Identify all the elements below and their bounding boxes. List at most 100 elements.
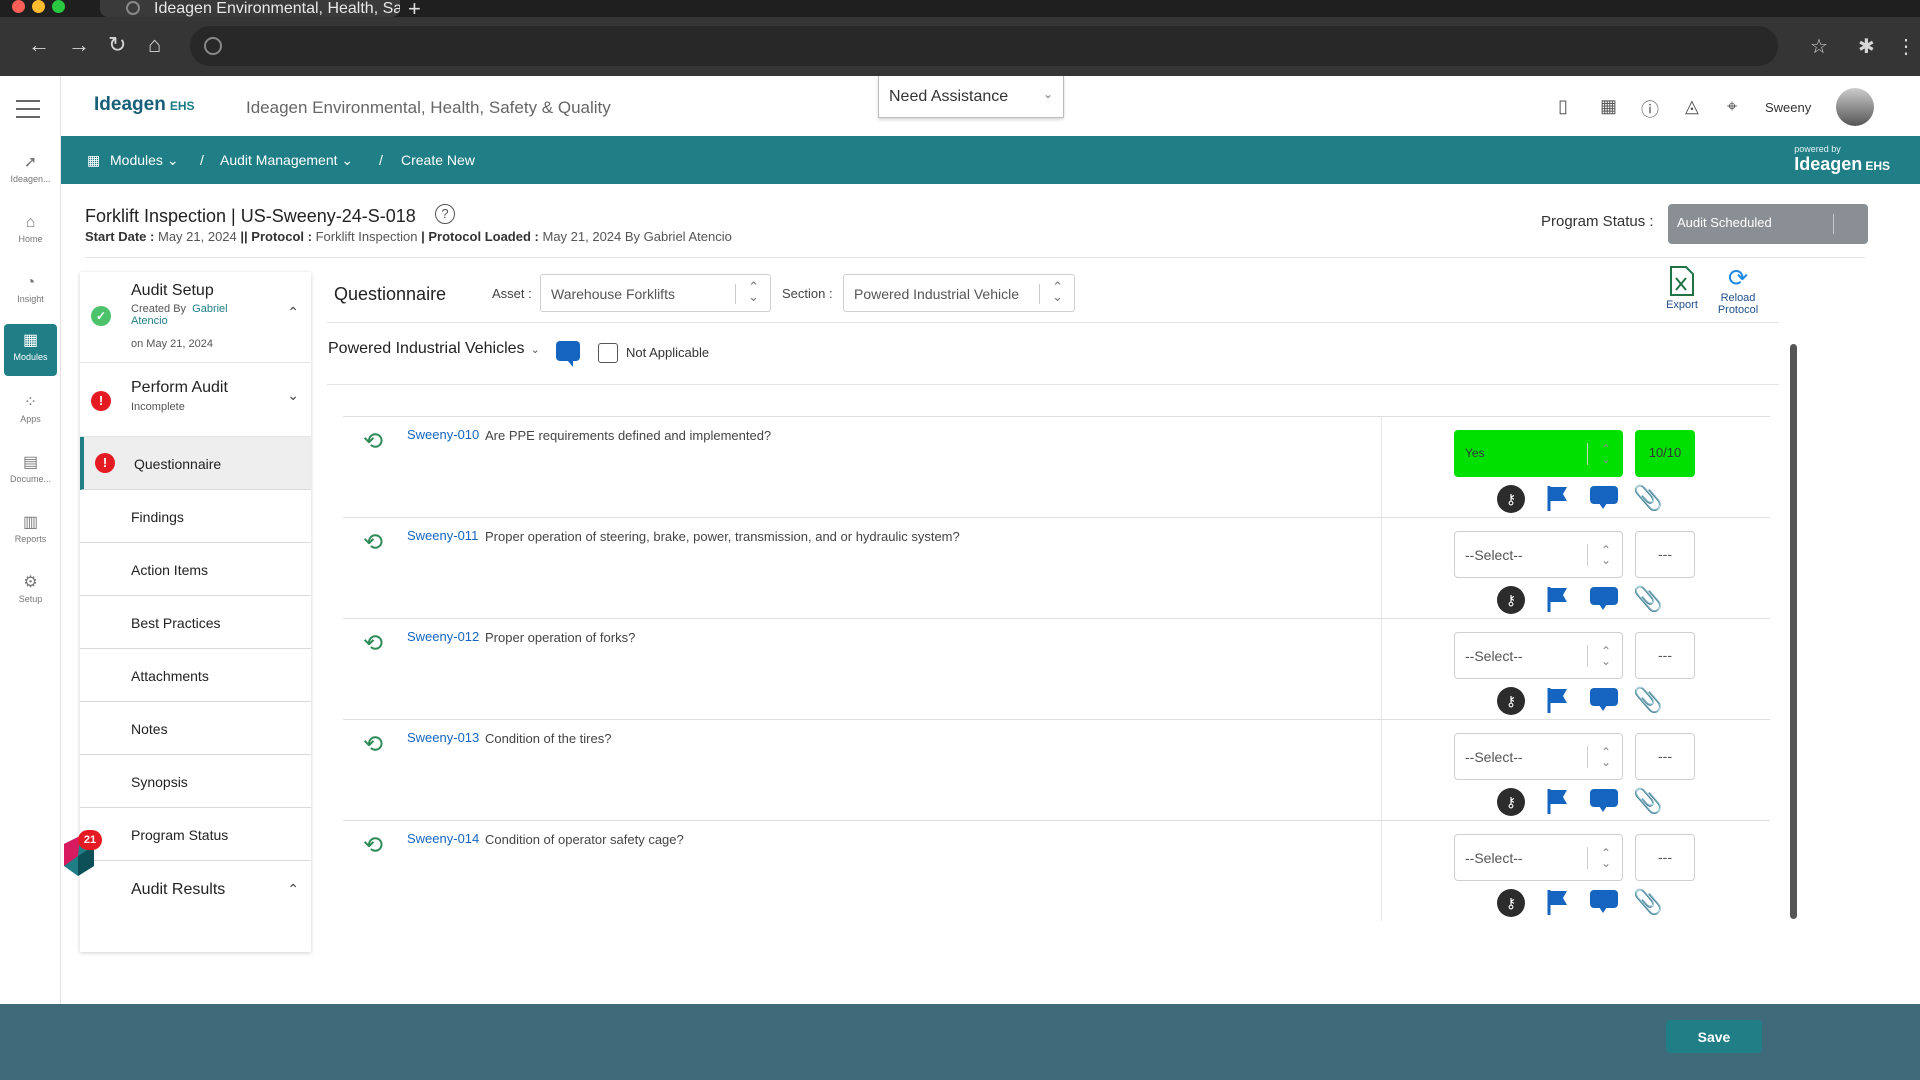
key-icon[interactable]: ⚷: [1497, 788, 1525, 816]
question-code[interactable]: Sweeny-013: [407, 730, 479, 745]
nav-item-findings[interactable]: Findings: [80, 490, 311, 543]
perform-audit-section[interactable]: ! Perform Audit Incomplete ⌄: [80, 363, 311, 437]
program-status-select[interactable]: Audit Scheduled: [1668, 204, 1868, 244]
history-icon[interactable]: ⟲: [363, 730, 383, 759]
need-assistance-dropdown[interactable]: Need Assistance ⌄: [878, 76, 1064, 118]
flag-icon[interactable]: [1546, 889, 1570, 915]
chevron-down-icon[interactable]: ⌄: [287, 387, 299, 404]
answer-select[interactable]: --Select-- ⌃ ⌄: [1454, 632, 1623, 679]
flag-icon[interactable]: [1546, 485, 1570, 511]
home-browser-icon[interactable]: ⌂: [148, 34, 161, 56]
bell-icon[interactable]: ◬: [1685, 96, 1699, 117]
back-icon[interactable]: ←: [28, 34, 50, 56]
rail-item-insight[interactable]: ◔ Insight: [4, 266, 57, 318]
reload-protocol-button[interactable]: ⟳ Reload Protocol: [1712, 265, 1764, 317]
nav-item-notes[interactable]: Notes: [80, 702, 311, 755]
chevron-down-icon: ⌄: [341, 152, 354, 168]
answer-select[interactable]: --Select-- ⌃ ⌄: [1454, 733, 1623, 780]
hamburger-menu-icon[interactable]: [16, 100, 40, 124]
key-icon[interactable]: ⚷: [1497, 586, 1525, 614]
comment-icon[interactable]: [1589, 485, 1619, 509]
extensions-icon[interactable]: ✱: [1858, 34, 1875, 59]
export-button[interactable]: Export: [1660, 266, 1704, 311]
sync-icon: ⟳: [1727, 265, 1749, 292]
attachment-icon[interactable]: 📎: [1633, 586, 1663, 614]
column-separator: [1381, 417, 1382, 517]
flag-icon[interactable]: [1546, 788, 1570, 814]
chevron-up-icon[interactable]: ⌃: [287, 881, 299, 898]
nav-item-attachments[interactable]: Attachments: [80, 649, 311, 702]
rail-item-home[interactable]: ⌂ Home: [4, 206, 57, 258]
question-text: Are PPE requirements defined and impleme…: [485, 428, 772, 443]
save-button[interactable]: Save: [1666, 1020, 1762, 1053]
attachment-icon[interactable]: 📎: [1633, 485, 1663, 513]
answer-select[interactable]: --Select-- ⌃ ⌄: [1454, 531, 1623, 578]
help-circle-icon[interactable]: ?: [435, 204, 455, 224]
address-bar[interactable]: [190, 26, 1778, 66]
rail-item-setup[interactable]: ⚙ Setup: [4, 566, 57, 618]
breadcrumb-audit-management[interactable]: Audit Management ⌄: [220, 152, 353, 169]
nav-item-program-status[interactable]: Program Status: [80, 808, 311, 861]
rail-item-reports[interactable]: ▥ Reports: [4, 506, 57, 558]
author-last-name[interactable]: Atencio: [131, 315, 168, 327]
author-first-name[interactable]: Gabriel: [192, 303, 227, 315]
scrollbar[interactable]: [1790, 344, 1797, 919]
comment-icon[interactable]: [1589, 586, 1619, 610]
question-code[interactable]: Sweeny-014: [407, 831, 479, 846]
comment-icon[interactable]: [556, 341, 580, 367]
bookmark-star-icon[interactable]: ☆: [1810, 34, 1828, 59]
ideagen-logo[interactable]: Ideagen EHS: [94, 94, 195, 116]
comment-icon[interactable]: [1589, 687, 1619, 711]
close-window-icon[interactable]: [12, 0, 25, 13]
attachment-icon[interactable]: 📎: [1633, 687, 1663, 715]
rail-item-apps[interactable]: ⁘ Apps: [4, 386, 57, 438]
nav-item-questionnaire[interactable]: ! Questionnaire: [80, 437, 311, 490]
audit-results-section[interactable]: Audit Results ⌃: [80, 861, 311, 931]
attachment-icon[interactable]: 📎: [1633, 788, 1663, 816]
attachment-icon[interactable]: 📎: [1633, 889, 1663, 917]
rail-item-documents[interactable]: ▤ Docume...: [4, 446, 57, 498]
comment-icon[interactable]: [1589, 889, 1619, 913]
question-code[interactable]: Sweeny-012: [407, 629, 479, 644]
help-icon[interactable]: ⓘ: [1641, 96, 1659, 122]
browser-tab[interactable]: Ideagen Environmental, Health, Sa: [100, 0, 400, 17]
forward-icon[interactable]: →: [68, 34, 90, 56]
breadcrumb-modules[interactable]: Modules ⌄: [110, 152, 179, 169]
nav-item-action-items[interactable]: Action Items: [80, 543, 311, 596]
nav-item-synopsis[interactable]: Synopsis: [80, 755, 311, 808]
history-icon[interactable]: ⟲: [363, 528, 383, 557]
not-applicable-checkbox[interactable]: [598, 343, 618, 363]
maximize-window-icon[interactable]: [52, 0, 65, 13]
history-icon[interactable]: ⟲: [363, 427, 383, 456]
flag-icon[interactable]: [1546, 586, 1570, 612]
history-icon[interactable]: ⟲: [363, 629, 383, 658]
audit-setup-section[interactable]: ✓ Audit Setup Created By Gabriel Atencio…: [80, 272, 311, 363]
nav-item-best-practices[interactable]: Best Practices: [80, 596, 311, 649]
history-icon[interactable]: ⟲: [363, 831, 383, 860]
mobile-icon[interactable]: ▯: [1558, 96, 1568, 117]
subsection-dropdown[interactable]: Powered Industrial Vehicles ⌄: [328, 340, 540, 358]
asset-select[interactable]: Warehouse Forklifts ⌃ ⌄: [540, 274, 771, 312]
minimize-window-icon[interactable]: [32, 0, 45, 13]
rail-item-modules[interactable]: ▦ Modules: [4, 324, 57, 376]
location-pin-icon[interactable]: ⌖: [1727, 96, 1737, 117]
reload-icon[interactable]: ↻: [108, 34, 126, 56]
answer-select[interactable]: Yes ⌃ ⌄: [1454, 430, 1623, 477]
chevron-up-icon[interactable]: ⌃: [287, 304, 299, 321]
avatar[interactable]: [1836, 88, 1874, 126]
user-name[interactable]: Sweeny: [1765, 100, 1811, 115]
rail-item-ideagen[interactable]: ➚ Ideagen...: [4, 146, 57, 198]
breadcrumb-create-new[interactable]: Create New: [401, 152, 475, 168]
section-select[interactable]: Powered Industrial Vehicle ⌃ ⌄: [843, 274, 1075, 312]
key-icon[interactable]: ⚷: [1497, 485, 1525, 513]
comment-icon[interactable]: [1589, 788, 1619, 812]
question-code[interactable]: Sweeny-010: [407, 427, 479, 442]
browser-menu-icon[interactable]: ⋮: [1896, 34, 1916, 59]
answer-select[interactable]: --Select-- ⌃ ⌄: [1454, 834, 1623, 881]
site-info-icon[interactable]: [204, 37, 222, 55]
key-icon[interactable]: ⚷: [1497, 687, 1525, 715]
key-icon[interactable]: ⚷: [1497, 889, 1525, 917]
question-code[interactable]: Sweeny-011: [407, 528, 478, 543]
calendar-icon[interactable]: ▦: [1600, 96, 1617, 117]
flag-icon[interactable]: [1546, 687, 1570, 713]
